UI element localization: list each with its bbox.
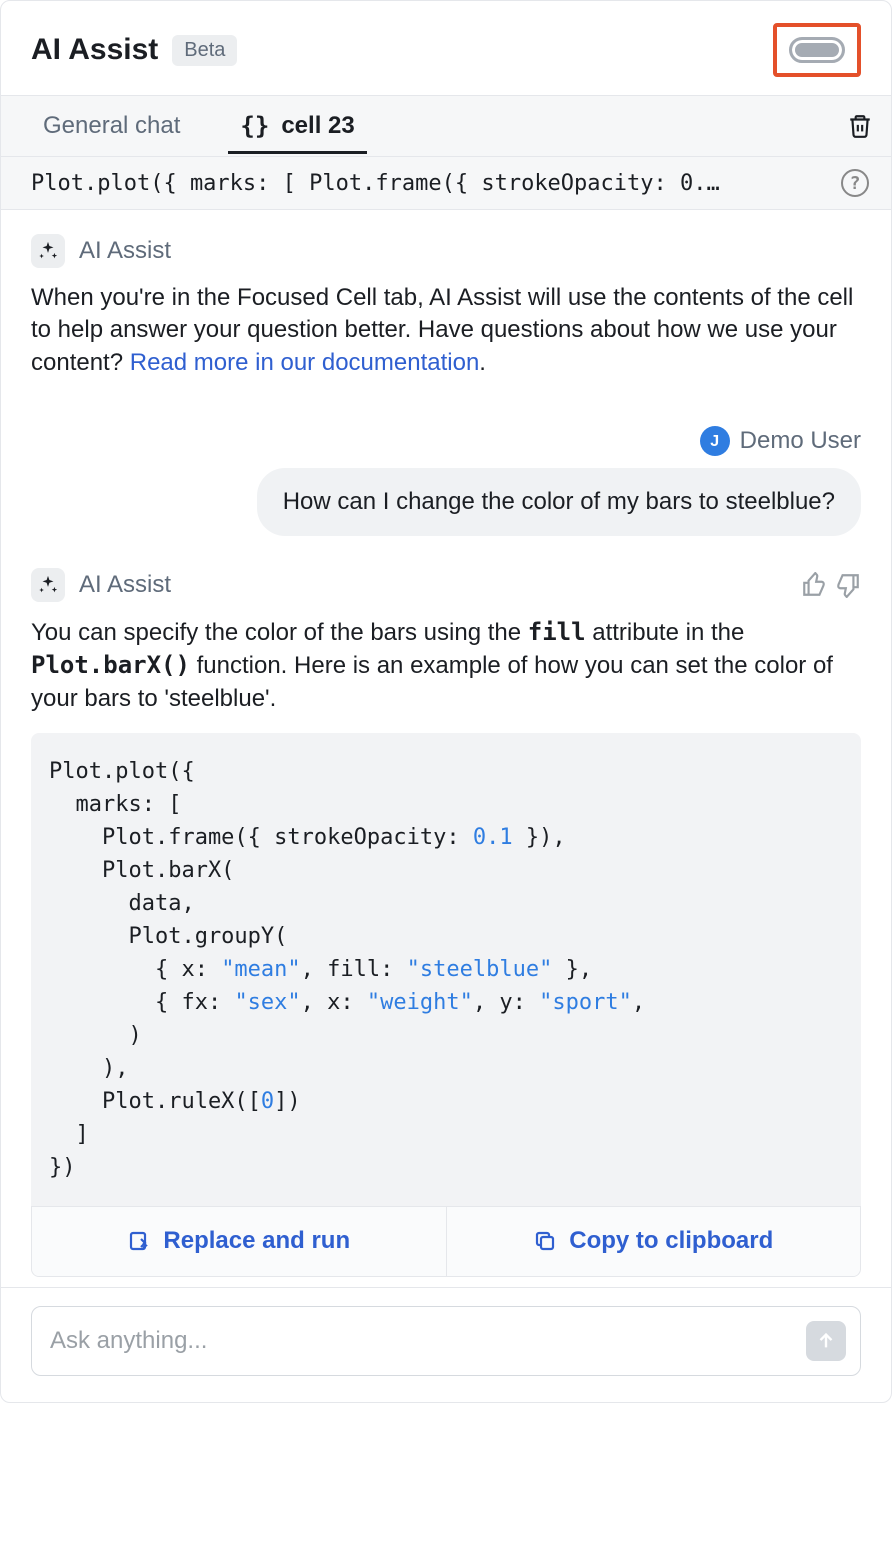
intro-sender-row: AI Assist bbox=[31, 234, 861, 268]
replace-and-run-button[interactable]: Replace and run bbox=[32, 1207, 447, 1275]
intro-message: AI Assist When you're in the Focused Cel… bbox=[31, 234, 861, 379]
tab-focused-cell[interactable]: {} cell 23 bbox=[228, 98, 366, 154]
cell-context-row: Plot.plot({ marks: [ Plot.frame({ stroke… bbox=[1, 157, 891, 210]
ans-code1: fill bbox=[528, 618, 586, 646]
answer-text: You can specify the color of the bars us… bbox=[31, 616, 861, 715]
thumbs-down-icon[interactable] bbox=[835, 572, 861, 598]
braces-icon: {} bbox=[240, 112, 269, 140]
doc-link[interactable]: Read more in our documentation bbox=[130, 349, 480, 376]
beta-badge: Beta bbox=[172, 35, 237, 66]
code-block: Plot.plot({ marks: [ Plot.frame({ stroke… bbox=[31, 733, 861, 1206]
title-wrap: AI Assist Beta bbox=[31, 33, 237, 67]
user-name: Demo User bbox=[740, 425, 861, 457]
conversation-area: AI Assist When you're in the Focused Cel… bbox=[1, 210, 891, 1287]
help-icon[interactable]: ? bbox=[841, 169, 869, 197]
user-avatar: J bbox=[700, 426, 730, 456]
answer-sender-row: AI Assist bbox=[31, 568, 861, 602]
chat-input-placeholder: Ask anything... bbox=[50, 1327, 207, 1355]
sparkle-icon bbox=[31, 234, 65, 268]
tab-general-chat[interactable]: General chat bbox=[31, 98, 192, 154]
toggle-pill[interactable] bbox=[789, 37, 845, 63]
ai-assist-panel: AI Assist Beta General chat {} cell 23 P… bbox=[0, 0, 892, 1403]
sparkle-icon bbox=[31, 568, 65, 602]
intro-period: . bbox=[479, 349, 486, 376]
panel-header: AI Assist Beta bbox=[1, 1, 891, 95]
answer-sender-name: AI Assist bbox=[79, 569, 171, 601]
tab-cell-label: cell 23 bbox=[281, 112, 354, 140]
thumbs-up-icon[interactable] bbox=[801, 572, 827, 598]
arrow-up-icon bbox=[815, 1330, 837, 1352]
tabs-row: General chat {} cell 23 bbox=[1, 95, 891, 157]
copy-to-clipboard-button[interactable]: Copy to clipboard bbox=[447, 1207, 861, 1275]
user-message: How can I change the color of my bars to… bbox=[257, 468, 861, 536]
ans-t1: You can specify the color of the bars us… bbox=[31, 619, 528, 646]
send-button[interactable] bbox=[806, 1321, 846, 1361]
trash-icon[interactable] bbox=[847, 113, 873, 139]
input-bar: Ask anything... bbox=[1, 1287, 891, 1402]
user-sender-row: J Demo User bbox=[31, 425, 861, 457]
panel-title: AI Assist bbox=[31, 33, 158, 67]
cell-context-snippet: Plot.plot({ marks: [ Plot.frame({ stroke… bbox=[31, 171, 825, 196]
ans-code2: Plot.barX() bbox=[31, 651, 190, 679]
toggle-highlight bbox=[773, 23, 861, 77]
intro-sender-name: AI Assist bbox=[79, 235, 171, 267]
code-actions-row: Replace and run Copy to clipboard bbox=[31, 1206, 861, 1276]
copy-label: Copy to clipboard bbox=[569, 1225, 773, 1257]
replace-label: Replace and run bbox=[163, 1225, 350, 1257]
replace-icon bbox=[127, 1229, 151, 1253]
copy-icon bbox=[533, 1229, 557, 1253]
feedback-buttons bbox=[801, 572, 861, 598]
ans-t2: attribute in the bbox=[586, 619, 745, 646]
user-bubble-wrap: How can I change the color of my bars to… bbox=[31, 468, 861, 536]
chat-input[interactable]: Ask anything... bbox=[31, 1306, 861, 1376]
